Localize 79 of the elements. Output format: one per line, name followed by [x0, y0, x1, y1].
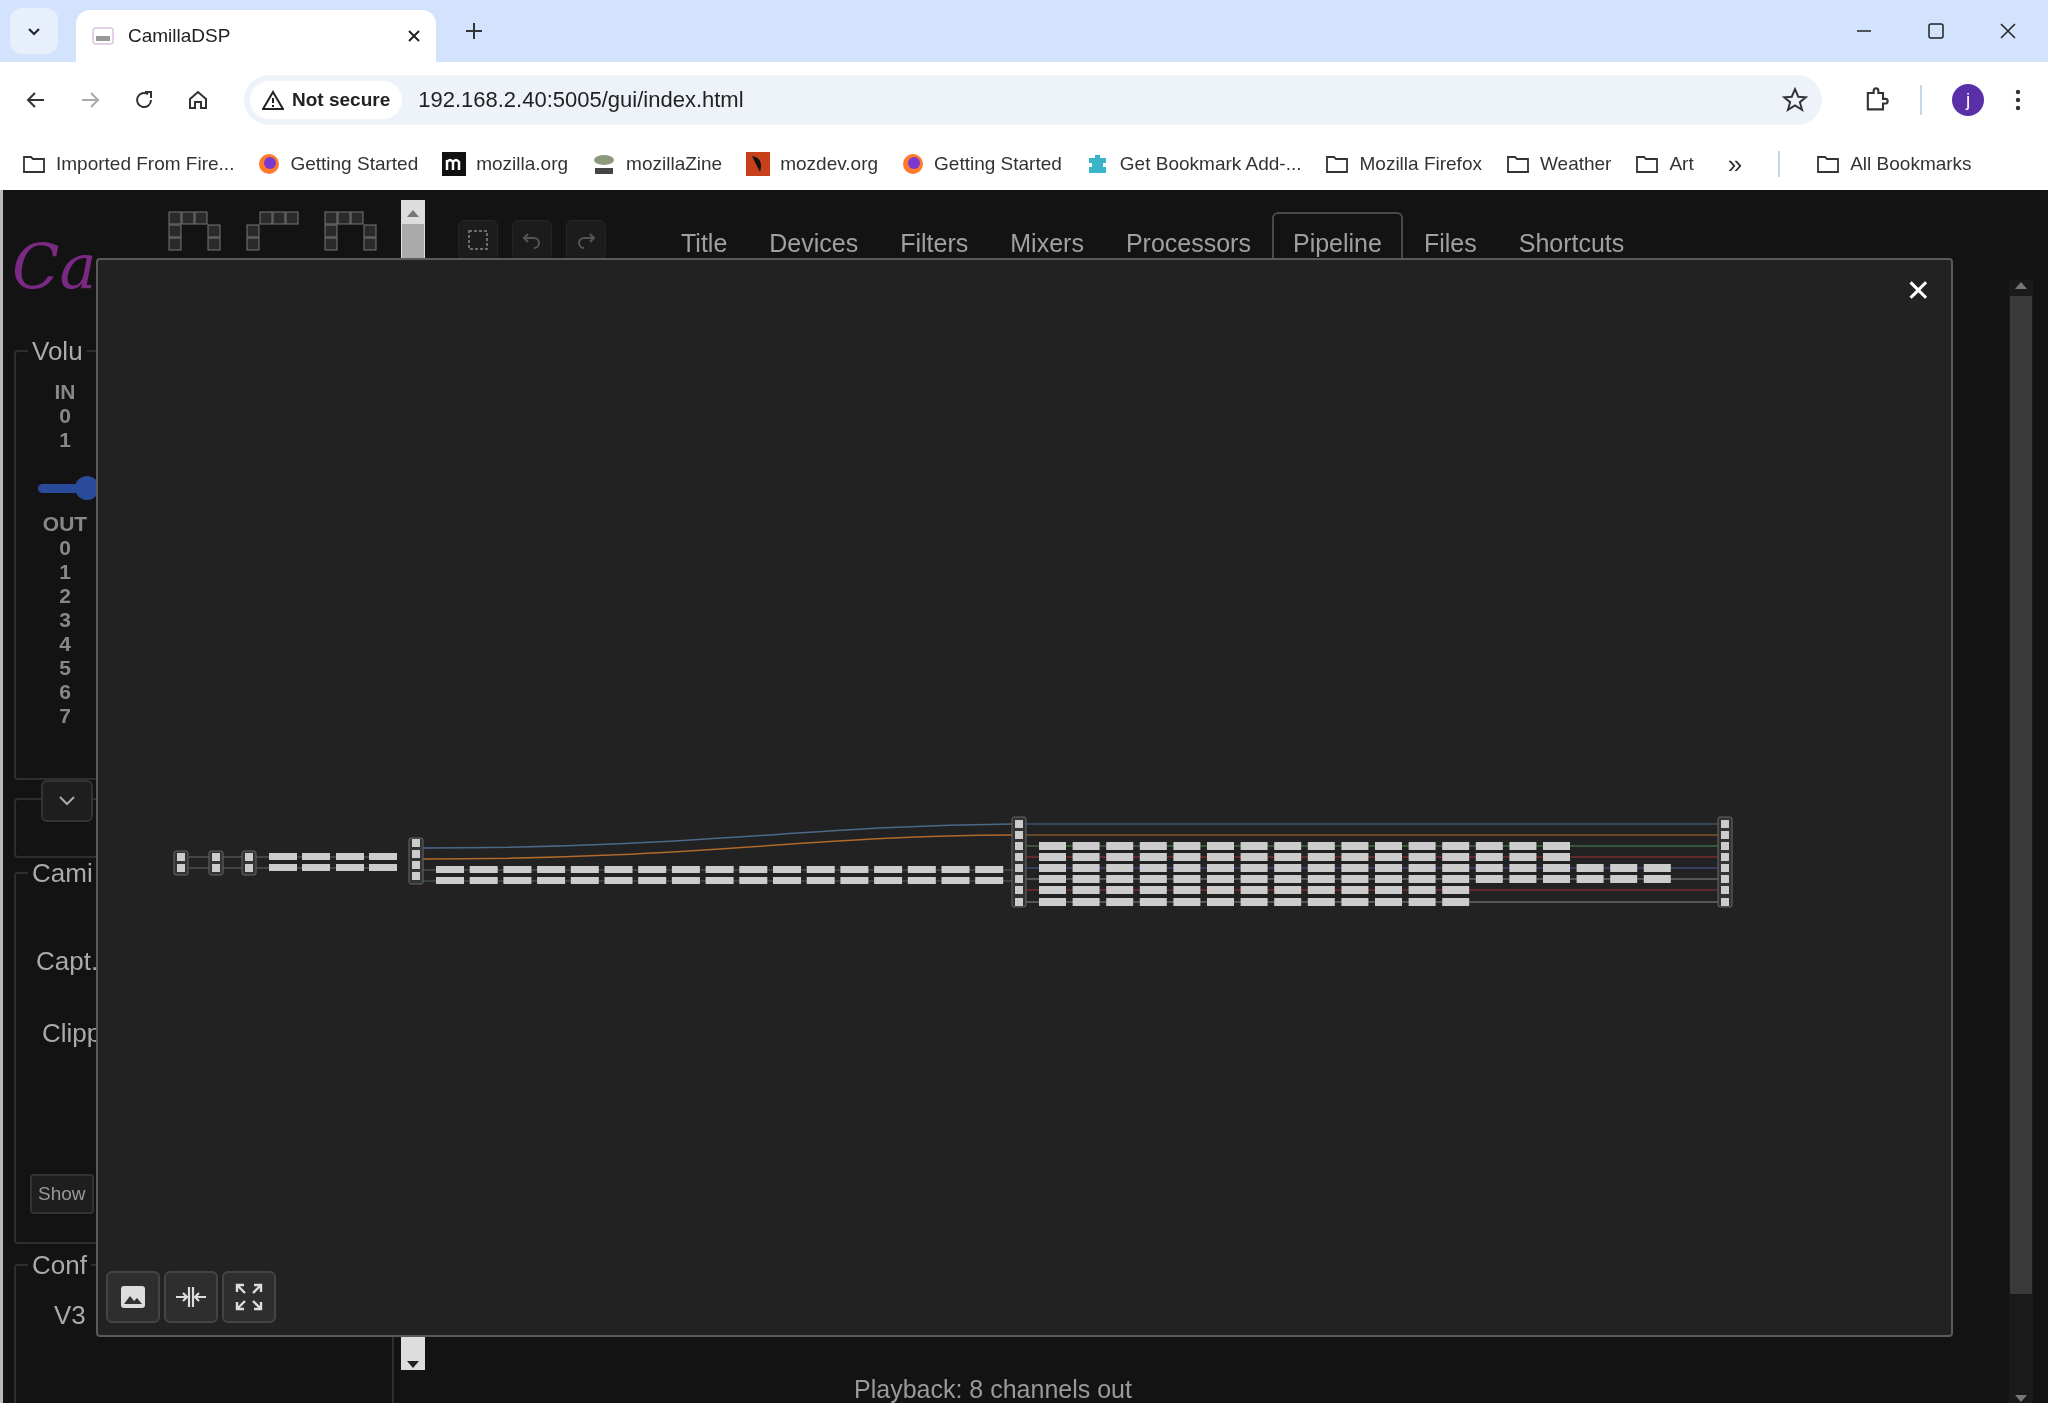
show-button[interactable]: Show [30, 1174, 94, 1214]
url-text: 192.168.2.40:5005/gui/index.html [418, 87, 744, 113]
channel-number: 7 [59, 704, 71, 728]
nav-tab[interactable]: Filters [879, 212, 990, 268]
browser-tab[interactable]: CamillaDSP [76, 10, 436, 62]
security-label: Not secure [292, 89, 391, 111]
globe-icon [258, 153, 281, 175]
nav-tab[interactable]: Mixers [989, 212, 1105, 268]
output-label: OUT [42, 512, 88, 536]
dragon-icon [746, 152, 771, 176]
channel-number: 0 [59, 404, 71, 428]
scroll-up-icon[interactable] [406, 208, 420, 218]
input-label: IN [54, 380, 76, 404]
channel-number: 1 [59, 560, 71, 584]
star-icon[interactable] [1782, 87, 1808, 113]
bookmark-item[interactable]: Getting Started [902, 153, 1062, 175]
new-tab-icon[interactable] [464, 21, 484, 41]
close-button[interactable]: ✕ [1899, 272, 1937, 309]
nav-tab[interactable]: Files [1402, 212, 1498, 268]
config-name: V3 [54, 1300, 86, 1331]
chevron-down-icon [58, 795, 76, 807]
nav-tab[interactable]: Shortcuts [1497, 212, 1646, 268]
scroll-up-icon[interactable] [2014, 280, 2028, 290]
folder-icon [22, 154, 46, 174]
volume-slider[interactable] [38, 476, 96, 500]
channel-number: 4 [59, 632, 71, 656]
channel-number: 1 [59, 428, 71, 452]
folder-icon [1325, 154, 1350, 174]
image-icon [119, 1283, 147, 1311]
channel-number: 6 [59, 680, 71, 704]
folder-icon [1505, 154, 1530, 174]
select-area-button[interactable] [458, 220, 498, 260]
select-area-icon [466, 228, 490, 252]
channel-number: 5 [59, 656, 71, 680]
status-text: Playback: 8 channels out [853, 1375, 1133, 1403]
globe-icon [902, 153, 925, 175]
more-bookmarks-button[interactable]: » [1727, 148, 1743, 180]
folder-icon [1816, 154, 1841, 174]
bookmark-item[interactable]: Mozilla Firefox [1325, 153, 1482, 175]
blimp-icon [592, 152, 617, 176]
bookmark-item[interactable]: Art [1635, 153, 1694, 175]
warning-icon [262, 90, 284, 110]
scroll-thumb[interactable] [2010, 296, 2032, 1294]
channel-number: 3 [59, 608, 71, 632]
scrollbar[interactable] [2009, 280, 2033, 1403]
logo-text: Ca [12, 230, 97, 303]
square-icon [442, 152, 467, 176]
nav-tab[interactable]: Devices [748, 212, 880, 268]
close-icon[interactable] [1998, 21, 2018, 41]
bookmark-item[interactable]: mozillaZine [592, 152, 723, 176]
undo-button[interactable] [512, 220, 552, 260]
bookmark-item[interactable]: mozdev.org [746, 152, 879, 176]
nav-tab[interactable]: Title [660, 212, 749, 268]
profile-avatar[interactable]: j [1952, 84, 1984, 116]
folder-icon [1635, 154, 1660, 174]
menu-icon[interactable] [2014, 88, 2022, 112]
tab-title: CamillaDSP [128, 25, 232, 47]
expand-icon [234, 1282, 264, 1312]
bookmark-item[interactable]: mozilla.org [442, 152, 569, 176]
address-bar[interactable]: Not secure 192.168.2.40:5005/gui/index.html [244, 75, 1822, 125]
all-bookmarks-button[interactable]: All Bookmarks [1816, 153, 1972, 175]
save-image-button[interactable] [106, 1271, 160, 1323]
channel-number: 0 [59, 536, 71, 560]
capture-label: Capt. [36, 946, 99, 977]
bookmark-item[interactable]: Getting Started [258, 153, 419, 175]
maximize-icon[interactable] [1926, 21, 1946, 41]
fit-button[interactable] [222, 1271, 276, 1323]
scroll-down-icon[interactable] [406, 1360, 420, 1370]
nav-tab[interactable]: Processors [1104, 212, 1272, 268]
redo-button[interactable] [566, 220, 606, 260]
bookmark-item[interactable]: Imported From Fire... [22, 153, 235, 175]
app-favicon-icon [92, 26, 114, 46]
home-icon[interactable] [186, 88, 210, 112]
compact-button[interactable] [164, 1271, 218, 1323]
bookmark-item[interactable]: Get Bookmark Add-... [1085, 152, 1302, 176]
channel-number: 2 [59, 584, 71, 608]
bookmark-item[interactable]: Weather [1505, 153, 1612, 175]
close-icon[interactable] [406, 28, 422, 44]
security-chip[interactable]: Not secure [250, 81, 403, 119]
